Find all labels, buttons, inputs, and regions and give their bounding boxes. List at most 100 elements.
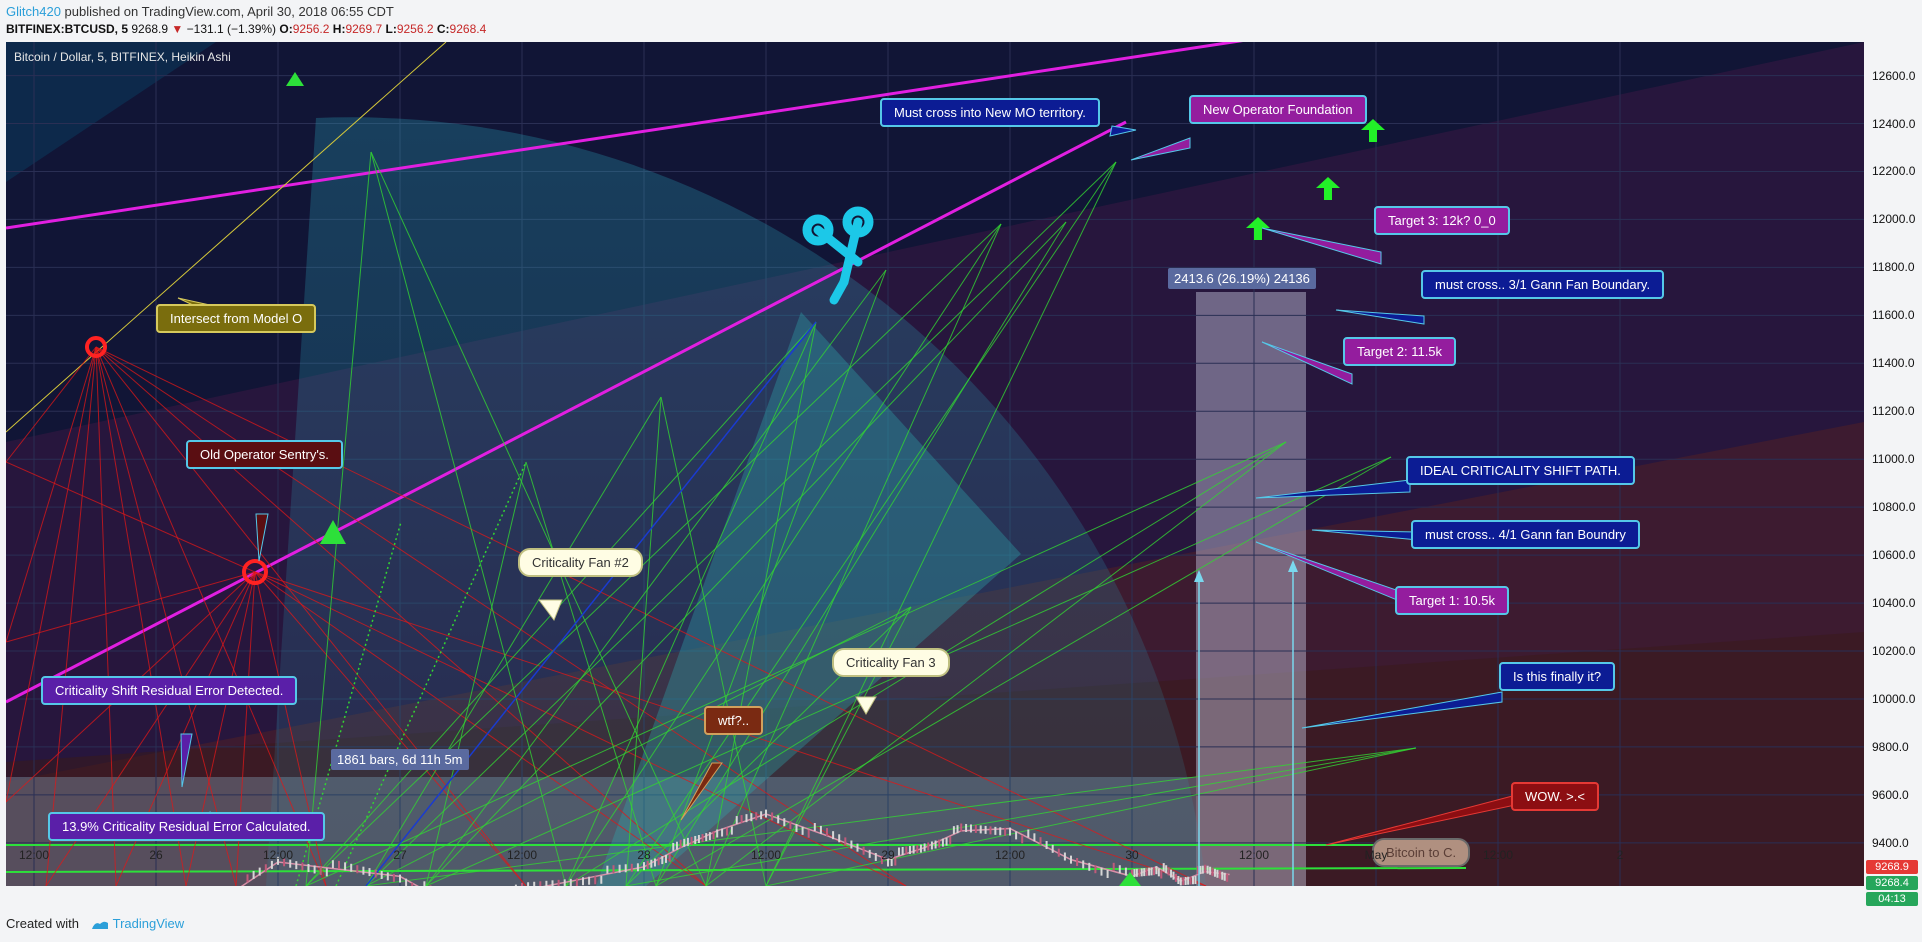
author-link[interactable]: Glitch420 — [6, 4, 61, 19]
price-tick: 12400.0 — [1872, 116, 1916, 131]
candle — [338, 860, 340, 869]
candle — [630, 863, 633, 872]
annotation-criticality-fan-3[interactable]: Criticality Fan 3 — [832, 648, 950, 677]
time-tick: 29 — [881, 848, 895, 862]
annotation-criticality-fan-2[interactable]: Criticality Fan #2 — [518, 548, 643, 577]
annotation-target-1[interactable]: Target 1: 10.5k — [1395, 586, 1509, 615]
candle — [862, 846, 865, 855]
candle — [594, 876, 597, 885]
candle — [760, 811, 763, 820]
annotation-must-cross-mo[interactable]: Must cross into New MO territory. — [880, 98, 1100, 127]
candle — [675, 841, 678, 850]
candle — [380, 870, 383, 879]
annotation-new-operator[interactable]: New Operator Foundation — [1189, 95, 1367, 124]
annotation-old-operator[interactable]: Old Operator Sentry's. — [186, 440, 343, 469]
annotation-must-cross-41[interactable]: must cross.. 4/1 Gann fan Boundry — [1411, 520, 1640, 549]
candle — [301, 862, 304, 871]
candle — [850, 840, 853, 849]
candle — [807, 829, 810, 838]
price-tick: 10000.0 — [1872, 691, 1916, 706]
chart-area[interactable]: Bitcoin / Dollar, 5, BITFINEX, Heikin As… — [6, 42, 1864, 886]
annotation-finally[interactable]: Is this finally it? — [1499, 662, 1616, 691]
candle — [350, 863, 353, 872]
candle — [683, 838, 686, 847]
high-value: 9269.7 — [345, 22, 383, 36]
candle — [716, 829, 719, 838]
annotation-wow[interactable]: WOW. >.< — [1511, 782, 1599, 811]
candle — [1027, 829, 1030, 838]
change-value: −131.1 (−1.39%) — [186, 22, 277, 36]
candle — [545, 880, 548, 886]
candle — [755, 812, 758, 821]
candle — [690, 836, 693, 845]
candle — [612, 865, 615, 874]
candle — [646, 860, 649, 869]
candle — [923, 843, 926, 852]
low-label: L: — [385, 22, 397, 36]
candle — [514, 884, 517, 886]
tradingview-link[interactable]: TradingView — [113, 916, 185, 931]
high-label: H: — [332, 22, 346, 36]
candle — [725, 827, 728, 836]
candle — [557, 879, 560, 886]
candle — [1189, 876, 1192, 885]
annotation-target-3[interactable]: Target 3: 12k? 0_0 — [1374, 206, 1510, 235]
candle — [1076, 858, 1079, 867]
annotation-target-2[interactable]: Target 2: 11.5k — [1343, 337, 1457, 366]
candle — [838, 834, 841, 843]
candle — [952, 826, 955, 835]
candle — [1206, 865, 1209, 874]
candle — [965, 823, 968, 832]
candle — [264, 864, 267, 873]
candle — [735, 816, 738, 825]
time-tick: 12:00 — [1482, 848, 1514, 862]
candle — [1143, 868, 1146, 877]
candle — [897, 847, 900, 856]
candle — [1133, 869, 1136, 878]
close-price-label: 9268.4 — [1866, 876, 1918, 891]
candle — [1124, 867, 1127, 876]
annotation-ideal-path[interactable]: IDEAL CRITICALITY SHIFT PATH. — [1406, 456, 1635, 485]
candle — [1174, 873, 1177, 882]
candle — [701, 834, 704, 843]
candle — [588, 876, 591, 885]
candle — [989, 826, 992, 835]
candle — [1094, 865, 1097, 874]
candle — [1204, 864, 1207, 873]
candle — [912, 845, 915, 854]
publish-header: Glitch420 published on TradingView.com, … — [6, 4, 394, 20]
candle — [405, 878, 408, 886]
close-value: 9268.4 — [449, 22, 487, 36]
candle — [1135, 868, 1138, 877]
candle — [356, 865, 359, 874]
annotation-must-cross-31[interactable]: must cross.. 3/1 Gann Fan Boundary. — [1421, 270, 1665, 299]
candle — [801, 826, 804, 835]
candle — [1145, 867, 1148, 876]
candle — [600, 875, 603, 884]
candle — [832, 831, 835, 840]
candle — [771, 812, 774, 821]
candle — [1157, 868, 1160, 877]
candle — [575, 878, 578, 886]
candle — [949, 836, 952, 845]
candle — [795, 823, 798, 832]
candle — [1140, 868, 1143, 877]
candle — [1182, 877, 1185, 886]
candle — [1201, 865, 1204, 874]
candle — [252, 870, 255, 879]
candle — [1150, 867, 1153, 876]
time-tick: 26 — [149, 848, 163, 862]
candle — [905, 846, 908, 855]
footer: Created with TradingView — [6, 916, 184, 932]
price-axis[interactable]: 12600.0 12400.0 12200.0 12000.0 11800.0 11600… — [1864, 42, 1922, 907]
annotation-residual-calc[interactable]: 13.9% Criticality Residual Error Calcula… — [48, 812, 325, 841]
annotation-intersect[interactable]: Intersect from Model O — [156, 304, 317, 333]
change-arrow-icon: ▼ — [171, 22, 184, 36]
annotation-residual-detected[interactable]: Criticality Shift Residual Error Detecte… — [41, 676, 298, 705]
candle — [868, 849, 871, 858]
candle — [313, 865, 316, 874]
candle — [974, 824, 977, 833]
annotation-wtf[interactable]: wtf?.. — [704, 706, 764, 735]
last-price: 9268.9 — [131, 22, 169, 36]
candle — [295, 861, 298, 870]
